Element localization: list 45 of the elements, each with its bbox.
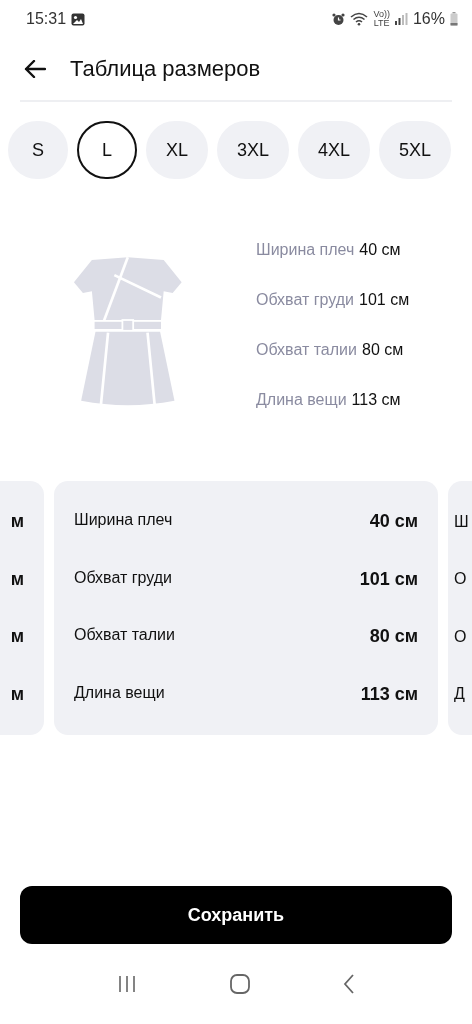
size-chip[interactable]: XL — [146, 121, 209, 179]
signal-icon — [394, 13, 408, 25]
volte-label: Vo)) — [373, 10, 390, 19]
size-chip[interactable]: 5XL — [379, 121, 452, 179]
battery-percent: 16% — [412, 10, 445, 28]
wifi-icon — [350, 12, 369, 26]
measurement-label: Д — [454, 685, 466, 704]
measurement-label: О — [454, 570, 468, 589]
measurement-label: Обхват талии — [74, 626, 175, 646]
size-chip[interactable]: L — [77, 121, 137, 179]
lte-label: LTE — [373, 19, 390, 28]
measurement-value: м — [10, 683, 24, 705]
measurement-value: м — [10, 568, 24, 590]
measurement-value: м — [10, 626, 24, 648]
home-icon[interactable] — [230, 974, 250, 994]
measurement-label: Обхват груди — [74, 568, 172, 588]
measurement-label: Ширина плеч — [256, 240, 355, 260]
measurement-label: Обхват груди — [256, 290, 354, 310]
measurement-value: 113 см — [351, 390, 401, 410]
measurement-value: 101 см — [359, 290, 410, 310]
size-chip[interactable]: S — [8, 121, 68, 179]
measurement-value: 80 см — [369, 626, 418, 648]
measurement-value: 40 см — [359, 240, 401, 260]
measurement-value: 113 см — [360, 683, 418, 705]
measurement-label: О — [454, 627, 468, 646]
save-button[interactable]: Сохранить — [20, 886, 452, 944]
recent-apps-icon[interactable] — [116, 975, 137, 993]
image-icon — [71, 12, 86, 26]
back-arrow-icon[interactable] — [24, 60, 46, 78]
measurement-label: Длина вещи — [74, 683, 165, 703]
measurement-value: 80 см — [362, 340, 404, 360]
measurement-value: 40 см — [369, 511, 418, 533]
measurement-label: Обхват талии — [256, 340, 357, 360]
alarm-icon — [332, 12, 346, 26]
measurement-label: Ширина плеч — [74, 511, 173, 531]
clock-time: 15:31 — [26, 10, 67, 28]
page-title: Таблица размеров — [70, 56, 261, 82]
battery-icon — [450, 12, 458, 26]
back-icon[interactable] — [343, 974, 356, 994]
measurement-value: м — [10, 511, 24, 533]
size-chip[interactable]: 3XL — [217, 121, 290, 179]
measurement-label: Ш — [454, 512, 470, 531]
size-chip[interactable]: 4XL — [298, 121, 371, 179]
measurement-value: 101 см — [359, 568, 418, 590]
measurement-label: Длина вещи — [256, 390, 347, 410]
